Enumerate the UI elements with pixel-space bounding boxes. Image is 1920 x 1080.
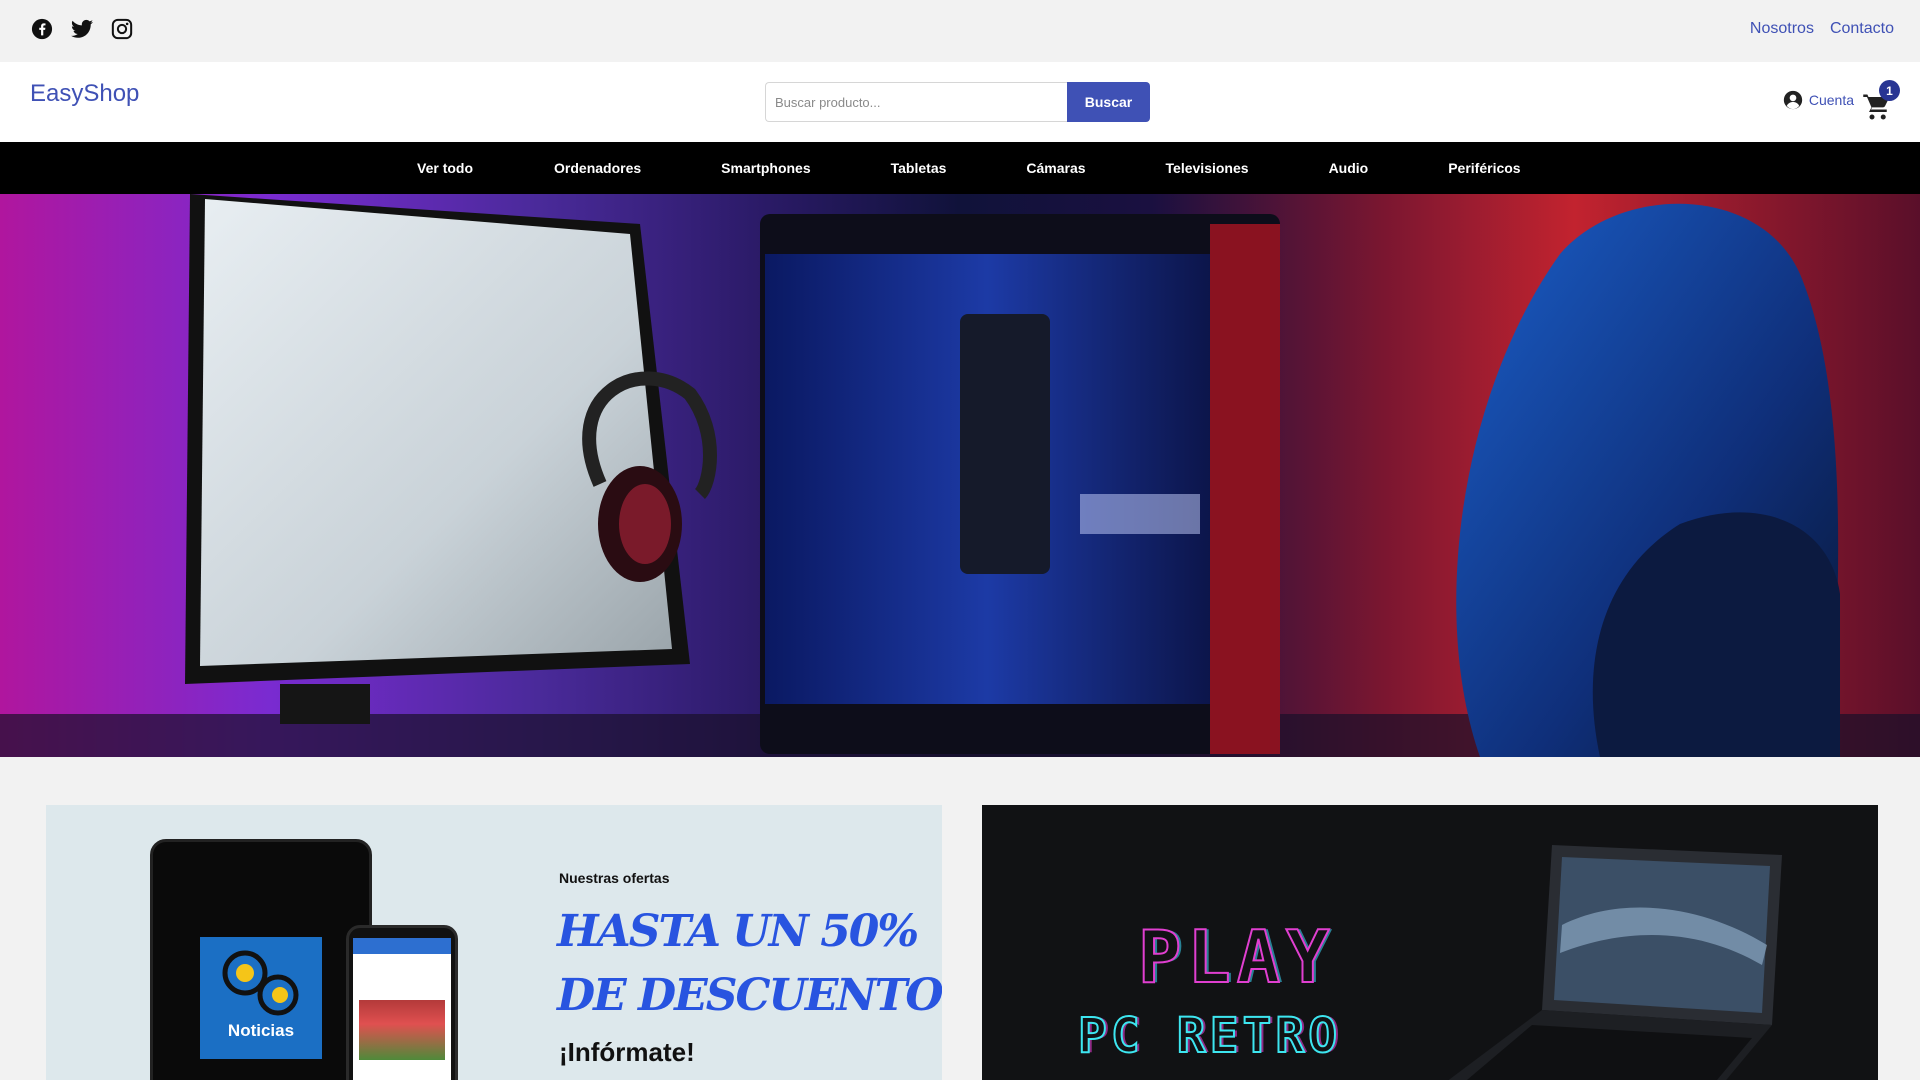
offers-headline: HASTA UN 50% DE DESCUENTO — [557, 900, 942, 1028]
user-circle-icon — [1783, 90, 1803, 110]
twitter-icon[interactable] — [70, 17, 94, 41]
pc-retro-title: PC RETRO — [1077, 1007, 1342, 1065]
news-tile-label: Noticias — [227, 1021, 295, 1040]
account-label: Cuenta — [1808, 92, 1854, 108]
laptop-illustration — [1448, 845, 1782, 1080]
instagram-icon[interactable] — [110, 17, 134, 41]
nav-ordenadores[interactable]: Ordenadores — [554, 160, 641, 176]
site-header: EasyShop Buscar Cuenta 1 — [0, 62, 1920, 142]
news-app-tile: Noticias — [200, 937, 322, 1059]
cart-button[interactable]: 1 — [1862, 80, 1900, 120]
phone-news-photo — [359, 1000, 445, 1060]
phone-screen — [353, 938, 451, 1080]
nav-ver-todo[interactable]: Ver todo — [417, 160, 473, 176]
nav-camaras[interactable]: Cámaras — [1026, 160, 1085, 176]
nav-smartphones[interactable]: Smartphones — [721, 160, 810, 176]
nav-audio[interactable]: Audio — [1329, 160, 1369, 176]
facebook-icon[interactable] — [30, 17, 54, 41]
offers-headline-line1: HASTA UN 50% — [557, 906, 919, 957]
hero-banner[interactable] — [0, 194, 1920, 757]
gaming-setup-banner — [0, 194, 1920, 757]
nav-tabletas[interactable]: Tabletas — [891, 160, 947, 176]
search-input[interactable] — [765, 82, 1067, 122]
play-title: PLAY — [1137, 914, 1336, 1000]
offers-headline-line2: DE DESCUENTO — [557, 970, 942, 1021]
news-weather-icon — [222, 950, 299, 1016]
phone-illustration — [346, 925, 458, 1080]
site-logo[interactable]: EasyShop — [30, 80, 139, 108]
nav-items: Ver todo Ordenadores Smartphones Tableta… — [417, 142, 1521, 194]
tablet-illustration: Noticias — [150, 839, 372, 1080]
social-links — [30, 17, 134, 41]
promo-offers-card[interactable]: Noticias Nuestras ofertas HASTA UN 50% D… — [46, 805, 942, 1080]
account-button[interactable]: Cuenta — [1783, 90, 1854, 110]
promo-retro-card[interactable]: PLAY PC RETRO — [982, 805, 1878, 1080]
phone-app-bar — [353, 938, 451, 954]
link-contacto[interactable]: Contacto — [1830, 20, 1894, 38]
top-bar: Nosotros Contacto — [0, 0, 1920, 62]
nav-televisiones[interactable]: Televisiones — [1166, 160, 1249, 176]
cart-count-badge: 1 — [1879, 80, 1900, 101]
category-nav: Ver todo Ordenadores Smartphones Tableta… — [0, 142, 1920, 194]
offers-eyebrow: Nuestras ofertas — [559, 870, 670, 886]
offers-cta[interactable]: ¡Infórmate! — [559, 1037, 695, 1068]
link-nosotros[interactable]: Nosotros — [1750, 20, 1814, 38]
top-links: Nosotros Contacto — [1750, 20, 1894, 38]
search-bar: Buscar — [765, 82, 1150, 122]
nav-perifericos[interactable]: Periféricos — [1448, 160, 1520, 176]
search-button[interactable]: Buscar — [1067, 82, 1150, 122]
